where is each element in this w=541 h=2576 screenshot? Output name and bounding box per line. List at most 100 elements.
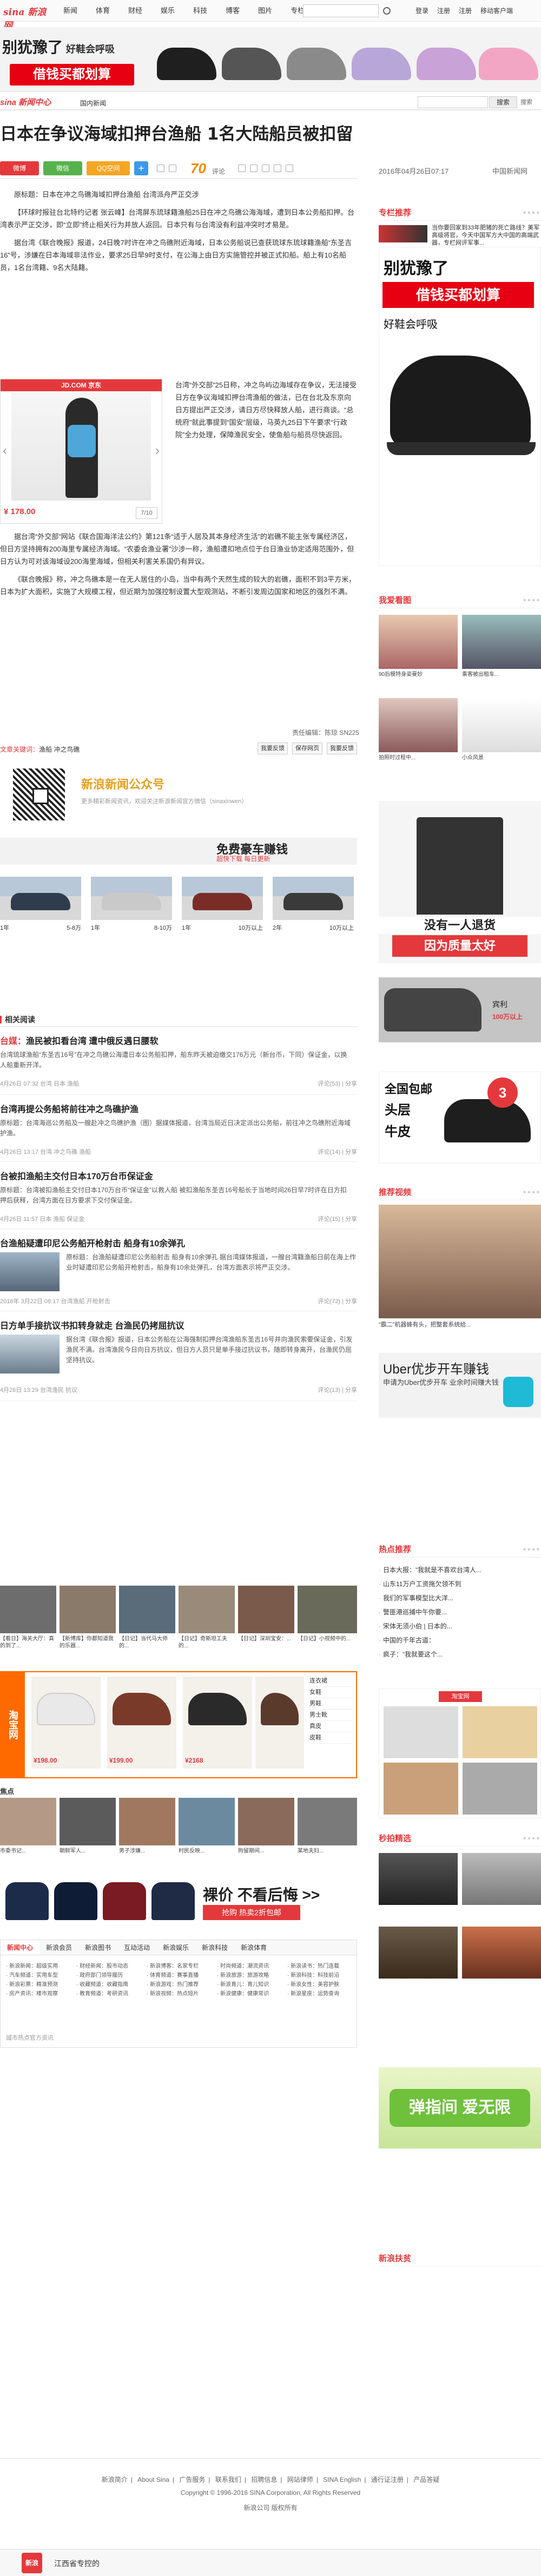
- link-column[interactable]: · 财经新闻：股市动态 · 政府部门领导履历 · 收藏频道：收藏指南 · 教育频道：考…: [76, 1962, 136, 1999]
- tab-ent[interactable]: 新浪娱乐: [156, 1940, 195, 1955]
- shop-category[interactable]: 真皮: [309, 1721, 353, 1732]
- shop-category[interactable]: 女鞋: [309, 1687, 353, 1698]
- article-source[interactable]: 中国新闻网: [492, 166, 527, 176]
- gallery-image[interactable]: [0, 1586, 56, 1633]
- related-headline[interactable]: 台渔船疑遭印尼公务船开枪射击 船身有10余弹孔: [0, 1236, 357, 1249]
- hot-item[interactable]: 日本大报：“我就是不喜欢台湾人...: [379, 1563, 541, 1577]
- channel-search-button[interactable]: 搜索: [489, 96, 517, 108]
- footer-link[interactable]: About Sina: [137, 2476, 169, 2483]
- hot-item[interactable]: 警匪港巡捕中午你要...: [379, 1605, 541, 1619]
- hot-item[interactable]: 宋体无须小伯 | 日本的...: [379, 1619, 541, 1633]
- love-pic-caption[interactable]: 90后模特身姿曼妙: [379, 671, 458, 678]
- top-search-input[interactable]: [303, 4, 379, 17]
- shop-item[interactable]: ¥199.00: [107, 1677, 176, 1769]
- shop-category[interactable]: 皮鞋: [309, 1732, 353, 1744]
- gallery-caption[interactable]: 朝鲜军人...: [60, 1848, 118, 1855]
- gallery-caption[interactable]: 某地夫妇...: [298, 1848, 356, 1855]
- feedback-button[interactable]: 我要反馈: [258, 742, 288, 754]
- gallery-caption[interactable]: 男子涉嫌...: [119, 1848, 177, 1855]
- gallery-image[interactable]: [119, 1798, 175, 1845]
- gallery-image[interactable]: [119, 1586, 175, 1633]
- tab-events[interactable]: 互动活动: [117, 1940, 156, 1955]
- mobile-link[interactable]: 移动客户端: [476, 0, 517, 22]
- sina-logo[interactable]: sina 新浪网: [3, 4, 53, 31]
- gallery-image[interactable]: [298, 1798, 357, 1845]
- hot-item[interactable]: 中国的千年古道：: [379, 1633, 541, 1647]
- charity-ad[interactable]: 弹指间 爱无限: [379, 2067, 541, 2148]
- related-image[interactable]: [0, 1252, 60, 1291]
- comment-label[interactable]: 评论: [212, 167, 225, 176]
- footer-link[interactable]: 广告服务: [179, 2476, 205, 2483]
- more-share-icon[interactable]: +: [134, 161, 148, 175]
- gallery-image[interactable]: [60, 1798, 116, 1845]
- love-pic[interactable]: [379, 698, 458, 752]
- footer-link[interactable]: 网站律师: [287, 2476, 313, 2483]
- car-image[interactable]: [0, 877, 81, 920]
- gallery-caption[interactable]: 拘留期间...: [238, 1848, 296, 1855]
- car-image[interactable]: [91, 877, 172, 920]
- related-headline[interactable]: 台被扣渔船主交付日本170万台币保证金: [0, 1169, 357, 1182]
- nav-item-photo[interactable]: 图片: [249, 0, 281, 22]
- print-icon[interactable]: [169, 165, 176, 172]
- shop-category[interactable]: 男鞋: [309, 1698, 353, 1710]
- gallery-caption[interactable]: 村民反映...: [179, 1848, 237, 1855]
- feedback-button-2[interactable]: 我要反馈: [327, 742, 357, 754]
- channel-search-input[interactable]: [418, 96, 488, 108]
- related-headline[interactable]: 台湾再提公务船将前往冲之鸟礁护渔: [0, 1102, 357, 1115]
- nav-item-finance[interactable]: 财经: [119, 0, 151, 22]
- tab-news[interactable]: 新闻中心: [1, 1940, 40, 1955]
- gallery-caption[interactable]: 【日记】小视频中的...: [298, 1635, 356, 1642]
- gallery-caption[interactable]: 【日记】深圳宝安：...: [238, 1635, 296, 1642]
- sina-logo[interactable]: 新浪: [22, 2553, 42, 2573]
- gallery-caption[interactable]: 【新博库】你都知道我的乐器...: [60, 1635, 118, 1650]
- link-column[interactable]: · 新浪博客：名家专栏 · 体育频道：赛事直播 · 新浪游戏：热门推荐 · 新浪视频：…: [147, 1962, 206, 1999]
- tshirt-ad[interactable]: 裸价 不看后悔 >> 抢购 热卖2折包邮: [0, 1878, 357, 1924]
- links-footer[interactable]: 城市热点官方资讯: [6, 2033, 54, 2042]
- hot-item[interactable]: 我们的军事模型比大洋...: [379, 1591, 541, 1605]
- shop-category[interactable]: 连衣裙: [309, 1675, 353, 1687]
- love-pic[interactable]: [462, 698, 541, 752]
- hot-item[interactable]: 山东11万户工资拖欠领不到: [379, 1577, 541, 1591]
- bottom-bar-text[interactable]: 江西省专控的: [54, 2558, 100, 2569]
- link-column[interactable]: · 新浪读书：热门连载 · 新浪科技：科技前沿 · 新浪女性：美容护肤 · 新浪星座：…: [287, 1962, 347, 1999]
- taobao-side-ad[interactable]: 淘宝网: [379, 1688, 541, 1818]
- love-pic-caption[interactable]: 小众风景: [462, 754, 541, 761]
- shoe-big-ad[interactable]: 别犹豫了 借钱买都划算 好鞋会呼吸: [379, 247, 541, 566]
- register-link[interactable]: 注册: [433, 0, 454, 22]
- nav-item-ent[interactable]: 娱乐: [151, 0, 184, 22]
- hot-item[interactable]: 疯子：“我就要这个...: [379, 1647, 541, 1661]
- uber-ad[interactable]: Uber优步开车赚钱 申请为Uber优步开车 业余时间赚大钱: [379, 1353, 541, 1418]
- channel-icon-label[interactable]: 搜索: [520, 96, 539, 108]
- gallery-image[interactable]: [238, 1586, 294, 1633]
- nav-item-news[interactable]: 新闻: [54, 0, 87, 22]
- jd-product-ad[interactable]: JD.COM 京东 ‹ › ¥ 178.00 7/10: [0, 379, 162, 524]
- footer-link[interactable]: 联系我们: [215, 2476, 241, 2483]
- share-icon[interactable]: [274, 165, 281, 172]
- qzone-share-button[interactable]: QQ空间: [87, 161, 130, 175]
- prev-arrow-icon[interactable]: ‹: [3, 443, 7, 458]
- nav-item-sports[interactable]: 体育: [87, 0, 119, 22]
- weibo-share-button[interactable]: 微博: [0, 161, 39, 175]
- shop-category[interactable]: 男士靴: [309, 1710, 353, 1721]
- news-pic[interactable]: [462, 1853, 541, 1905]
- login-link[interactable]: 登录: [411, 0, 433, 22]
- font-large-icon[interactable]: [250, 165, 258, 172]
- tab-books[interactable]: 新浪图书: [78, 1940, 117, 1955]
- car-image[interactable]: [182, 877, 263, 920]
- link-column[interactable]: · 新浪新闻：超级实用 · 汽车频道：实用车型 · 新浪彩票：精准预测 · 房产资讯：…: [6, 1962, 65, 1999]
- link-column[interactable]: · 时尚频道：潮流资讯 · 新浪旅游：旅游攻略 · 新浪育儿：育儿知识 · 新浪健康：…: [217, 1962, 276, 1999]
- car-listing-ad[interactable]: 1年 5-8万 1年 8-10万 1年 10万以上 2年 10万以上: [0, 877, 357, 931]
- gallery-caption[interactable]: 【日记】奇斯坦工夫的...: [179, 1635, 237, 1650]
- gallery-caption[interactable]: 【日记】当代马大师的...: [119, 1635, 177, 1650]
- news-pic[interactable]: [379, 1927, 458, 1979]
- column-rec-text[interactable]: 当你要回家到33年肥猪的死亡路线？美军高级将官，今天中国军方大中国的高端武器，专…: [432, 224, 540, 247]
- search-icon[interactable]: [383, 7, 391, 15]
- bookmark-icon[interactable]: [157, 165, 164, 172]
- gallery-caption[interactable]: 市委书记...: [0, 1848, 58, 1855]
- register-link-2[interactable]: 注册: [454, 0, 476, 22]
- gallery-image[interactable]: [179, 1586, 235, 1633]
- related-headline[interactable]: 日方单手接抗议书扣转身就走 台渔民仍拷屈抗议: [0, 1318, 357, 1331]
- footer-link[interactable]: 产品答疑: [413, 2476, 439, 2483]
- video-caption[interactable]: “霸二”机器蜂有头，把整套系统给...: [379, 1322, 541, 1329]
- car-ad-strip[interactable]: 免费豪车赚钱 超快下载 每日更新: [0, 838, 357, 865]
